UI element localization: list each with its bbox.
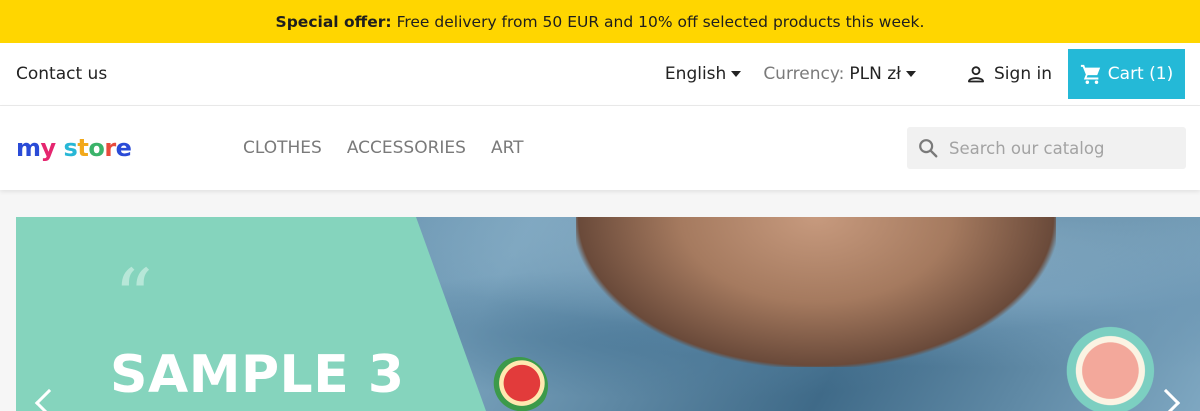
nav-item-art[interactable]: ART (491, 138, 524, 158)
promo-label: Special offer: (275, 12, 392, 31)
nav-item-clothes[interactable]: CLOTHES (243, 138, 322, 158)
chevron-down-icon (906, 71, 917, 77)
user-icon (968, 66, 985, 83)
store-logo[interactable]: my store (16, 134, 132, 162)
slide-title: SAMPLE 3 (110, 345, 405, 405)
sign-in-link[interactable]: Sign in (966, 64, 1052, 84)
header-top: Contact us English Currency: PLN zł Sign… (0, 43, 1200, 105)
language-label: English (664, 64, 727, 84)
cart-label: Cart (1) (1107, 64, 1174, 84)
watermelon-pin-image (490, 357, 548, 411)
sign-in-label: Sign in (994, 64, 1052, 84)
header-top-right: English Currency: PLN zł Sign in Cart (1… (665, 43, 1185, 105)
hero-slider: “ SAMPLE 3 (16, 217, 1200, 411)
currency-value: PLN zł (849, 64, 902, 84)
contact-us-link[interactable]: Contact us (16, 64, 107, 84)
currency-label: Currency: (763, 64, 845, 84)
language-selector[interactable]: English (664, 64, 742, 84)
search-input[interactable] (949, 138, 1169, 158)
cart-button[interactable]: Cart (1) (1068, 49, 1185, 99)
watermelon-pin-image (1061, 325, 1156, 411)
promo-banner: Special offer: Free delivery from 50 EUR… (0, 0, 1200, 43)
main-navigation: CLOTHES ACCESSORIES ART (243, 106, 549, 190)
header-main: my store CLOTHES ACCESSORIES ART (0, 106, 1200, 190)
shopping-cart-icon (1080, 64, 1100, 84)
slide-photo-neck (576, 217, 1056, 367)
chevron-down-icon (731, 71, 742, 77)
quote-mark-icon: “ (114, 252, 153, 341)
search-icon[interactable] (917, 137, 939, 159)
search-box (907, 127, 1186, 169)
nav-item-accessories[interactable]: ACCESSORIES (347, 138, 466, 158)
promo-text: Free delivery from 50 EUR and 10% off se… (396, 12, 925, 31)
currency-selector[interactable]: Currency: PLN zł (763, 64, 917, 84)
